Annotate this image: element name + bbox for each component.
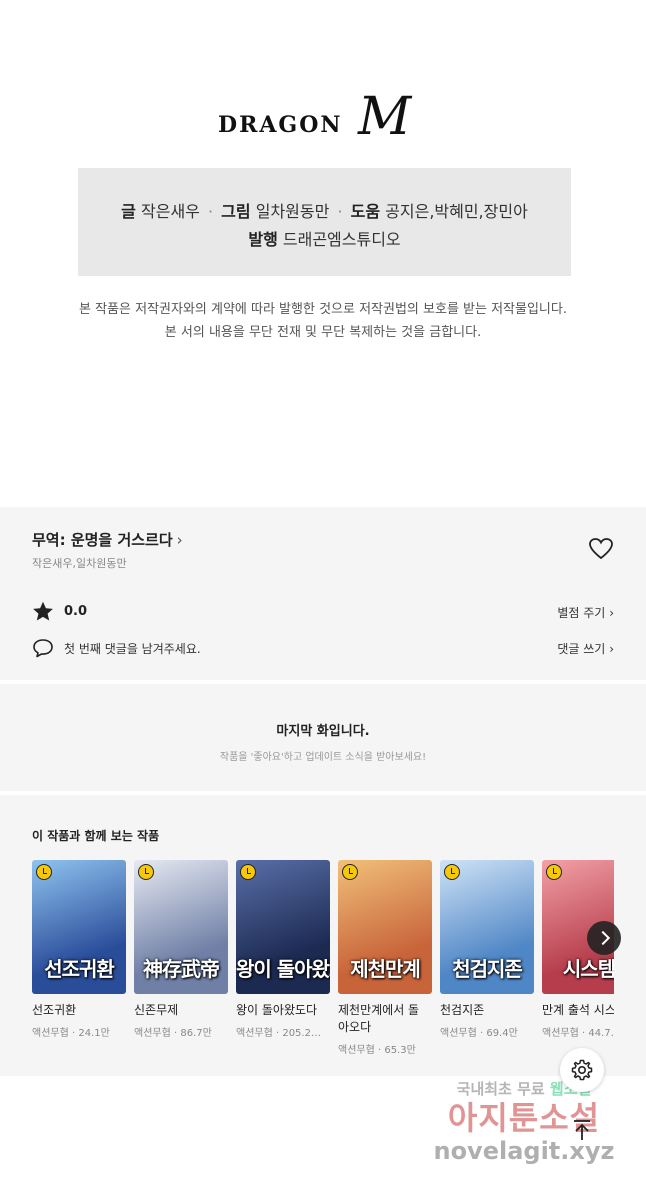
recommendation-card[interactable]: 神存武帝 신존무제액션무협 · 86.7만	[134, 860, 228, 1039]
credits-line-2: 발행 드래곤엠스튜디오	[78, 226, 571, 254]
artist-label: 그림	[221, 202, 251, 221]
cover-image[interactable]: 천검지존	[440, 860, 534, 994]
cover-title-art: 시스템	[562, 957, 614, 981]
recommendation-card[interactable]: 왕이 돌아왔도다왕이 돌아왔도다액션무협 · 205.2…	[236, 860, 330, 1039]
cover-image[interactable]: 왕이 돌아왔도다	[236, 860, 330, 994]
cover-image[interactable]: 神存武帝	[134, 860, 228, 994]
logo-wordmark: DRAGON	[218, 112, 343, 138]
watermark: 국내최초 무료 웹소설 아지툰소설 novelagit.xyz	[424, 1078, 624, 1174]
card-title: 선조귀환	[32, 1003, 77, 1017]
recommendation-card[interactable]: 천검지존 천검지존 액션무협 · 69.4만	[440, 860, 534, 1039]
cover-title-art: 제천만계	[350, 957, 421, 981]
rate-button-label: 별점 주기	[557, 606, 606, 620]
card-title: 왕이 돌아왔도다	[236, 1003, 318, 1017]
last-episode-sub: 작품을 '좋아요'하고 업데이트 소식을 받아보세요!	[219, 752, 427, 763]
last-episode-panel: 마지막 화입니다. 작품을 '좋아요'하고 업데이트 소식을 받아보세요!	[0, 684, 646, 791]
star-icon	[33, 601, 53, 621]
work-authors: 작은새우,일차원동만	[32, 557, 127, 570]
write-comment-label: 댓글 쓰기	[557, 642, 606, 656]
work-title-link[interactable]: 무역: 운명을 거스르다 ›	[32, 529, 183, 550]
recommendation-carousel: 선조귀환 선조귀환 액션무협 · 24.1만 神存武帝 신존무제 액션무협 · 86.7만…	[32, 860, 614, 1070]
card-title: 만계 출석 시스…	[542, 1003, 614, 1017]
heart-icon[interactable]	[588, 537, 614, 561]
publisher-logo: DRAGON M	[0, 84, 646, 140]
chevron-right-icon: ›	[609, 606, 614, 620]
notice-line-2: 본 서의 내용을 무단 전재 및 무단 복제하는 것을 금합니다.	[164, 325, 482, 340]
clock-badge-icon	[240, 864, 256, 880]
rating-row: 0.0 별점 주기 ›	[32, 601, 614, 623]
cover-image[interactable]: 제천만계	[338, 860, 432, 994]
assist-names: 공지은,박혜민,장민아	[385, 202, 528, 221]
comment-icon	[33, 639, 53, 658]
recommendation-card[interactable]: 제천만계제천만계에서 돌아오다액션무협 · 65.3만	[338, 860, 432, 1056]
notice-line-1: 본 작품은 저작권자와의 계약에 따라 발행한 것으로 저작권법의 보호를 받는…	[79, 302, 567, 317]
artist-name: 일차원동만	[255, 202, 330, 221]
recommendation-card[interactable]: 선조귀환 선조귀환 액션무협 · 24.1만	[32, 860, 126, 1039]
assist-label: 도움	[350, 202, 381, 221]
settings-button[interactable]	[560, 1048, 604, 1092]
rating-score: 0.0	[64, 604, 88, 619]
work-title: 무역: 운명을 거스르다	[32, 531, 173, 549]
work-info-panel: 무역: 운명을 거스르다 › 작은새우,일차원동만 0.0 별점 주기 › 첫 번…	[0, 507, 646, 680]
separator-dot: ·	[337, 202, 343, 221]
credits-line-1: 글 작은새우 · 그림 일차원동만 · 도움 공지은,박혜민,장민아	[78, 198, 571, 226]
clock-badge-icon	[546, 864, 562, 880]
cover-image[interactable]: 선조귀환	[32, 860, 126, 994]
cover-title-art: 神存武帝	[143, 957, 220, 981]
card-title: 신존무제	[134, 1003, 179, 1017]
logo-mark: M	[357, 87, 413, 140]
gear-icon	[571, 1059, 593, 1081]
next-arrow-icon[interactable]	[587, 921, 621, 955]
card-meta: 액션무협 · 69.4만	[440, 1028, 518, 1039]
clock-badge-icon	[342, 864, 358, 880]
write-comment-button[interactable]: 댓글 쓰기 ›	[557, 640, 614, 657]
card-meta: 액션무협 · 24.1만	[32, 1028, 110, 1039]
last-episode-heading: 마지막 화입니다.	[276, 724, 370, 739]
comment-row: 첫 번째 댓글을 남겨주세요. 댓글 쓰기 ›	[32, 637, 614, 659]
recommendation-heading: 이 작품과 함께 보는 작품	[32, 829, 160, 843]
chevron-right-icon: ›	[609, 642, 614, 656]
credits-box: 글 작은새우 · 그림 일차원동만 · 도움 공지은,박혜민,장민아 발행 드래…	[78, 168, 571, 276]
comment-prompt[interactable]: 첫 번째 댓글을 남겨주세요.	[64, 640, 201, 657]
card-meta: 액션무협 · 65.3만	[338, 1045, 416, 1056]
scroll-top-icon[interactable]	[570, 1118, 594, 1142]
clock-badge-icon	[36, 864, 52, 880]
card-meta: 액션무협 · 44.7…	[542, 1028, 614, 1039]
watermark-tagline: 국내최초 무료	[456, 1080, 545, 1098]
clock-badge-icon	[138, 864, 154, 880]
viewer-page: DRAGON M 글 작은새우 · 그림 일차원동만 · 도움 공지은,박혜민,…	[0, 0, 646, 1192]
watermark-line-2: 아지툰소설	[447, 1099, 601, 1137]
card-meta: 액션무협 · 86.7만	[134, 1028, 212, 1039]
recommendation-panel: 이 작품과 함께 보는 작품 선조귀환 선조귀환 액션무협 · 24.1만 神存武帝 신…	[0, 795, 646, 1076]
cover-title-art: 천검지존	[452, 957, 523, 981]
rate-button[interactable]: 별점 주기 ›	[557, 604, 614, 621]
publisher-name: 드래곤엠스튜디오	[282, 230, 401, 249]
clock-badge-icon	[444, 864, 460, 880]
card-title: 제천만계에서 돌아오다	[338, 1003, 420, 1034]
publisher-label: 발행	[248, 230, 278, 249]
writer-name: 작은새우	[141, 202, 200, 221]
copyright-notice: 본 작품은 저작권자와의 계약에 따라 발행한 것으로 저작권법의 보호를 받는…	[0, 298, 646, 344]
chevron-right-icon: ›	[176, 531, 183, 549]
watermark-line-3: novelagit.xyz	[433, 1137, 615, 1165]
cover-title-art: 왕이 돌아왔도다	[236, 957, 330, 981]
separator-dot: ·	[207, 202, 214, 221]
cover-title-art: 선조귀환	[44, 957, 115, 981]
writer-label: 글	[121, 202, 136, 221]
card-meta: 액션무협 · 205.2…	[236, 1028, 321, 1039]
card-title: 천검지존	[440, 1003, 485, 1017]
